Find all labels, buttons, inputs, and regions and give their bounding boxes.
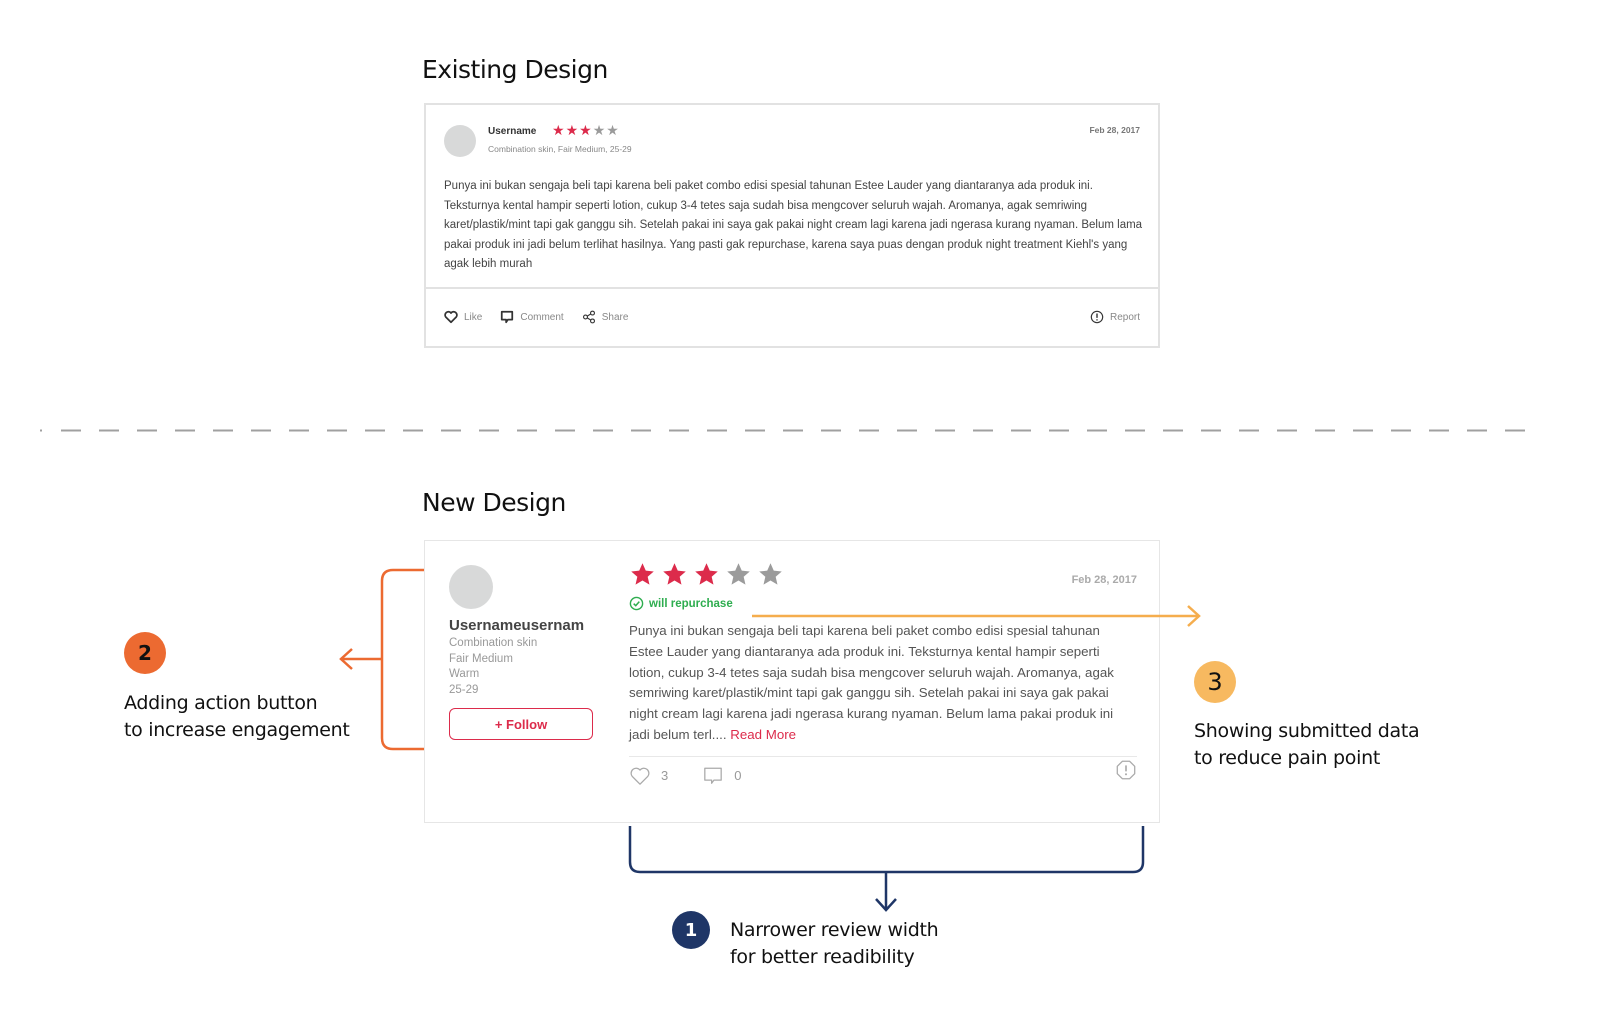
alert-icon [1090,310,1104,324]
review-text: Punya ini bukan sengaja beli tapi karena… [629,623,1114,742]
skin-type: Combination skin [449,637,538,649]
annotation-badge-2: 2 [124,632,166,674]
review-content: Feb 28, 2017 will repurchase Punya ini b… [629,561,1137,786]
age-range: 25-29 [449,683,479,696]
annotation-badge-1: 1 [672,911,710,949]
share-icon [582,310,595,324]
star-icon-empty [727,563,750,585]
review-date: Feb 28, 2017 [1071,574,1137,586]
review-actions: 3 0 [629,766,1137,786]
star-icon-filled [631,563,654,585]
annotation-3-line1: Showing submitted data [1194,720,1420,742]
username[interactable]: Usernameusernam [449,617,599,634]
comment-icon [501,310,514,324]
arrow-head-2 [339,648,353,670]
star-icon-empty: ★ [606,122,619,138]
new-design-heading: New Design [422,488,566,517]
arrow-head-3 [1187,605,1201,627]
follow-button[interactable]: + Follow [449,708,593,740]
report-button[interactable]: Report [1090,310,1140,324]
comment-label: Comment [520,311,564,323]
new-review-card: Usernameusernam Combination skin Fair Me… [424,540,1160,823]
like-label: Like [464,311,483,323]
report-label: Report [1109,311,1140,323]
comment-button[interactable]: 0 [702,766,741,786]
comment-button[interactable]: Comment [500,310,564,324]
bracket-2 [380,568,424,751]
share-button[interactable]: Share [582,310,629,324]
report-button[interactable] [1115,759,1137,786]
divider [426,287,1158,289]
review-body: Punya ini bukan sengaja beli tapi karena… [444,180,1143,270]
check-circle-icon [629,596,644,611]
repurchase-badge: will repurchase [629,596,1137,611]
heart-icon [630,767,650,785]
star-icon-filled: ★ [579,122,592,138]
star-icon-filled: ★ [552,122,565,138]
heart-icon [444,310,458,324]
username[interactable]: Username [488,126,536,137]
annotation-1-line2: for better readibility [730,946,915,968]
repurchase-label: will repurchase [649,597,733,610]
like-count: 3 [661,768,669,784]
star-icon-filled: ★ [565,122,579,138]
annotation-text-3: Showing submitted data to reduce pain po… [1194,718,1420,772]
user-meta: Combination skin, Fair Medium, 25-29 [488,144,632,154]
star-icon-filled [663,563,686,585]
dashed-separator [40,429,1540,432]
annotation-text-1: Narrower review width for better readibi… [730,917,939,971]
bracket-1 [628,826,1145,874]
annotation-text-2: Adding action button to increase engagem… [124,690,350,744]
annotation-2-line2: to increase engagement [124,719,350,741]
star-rating: ★ ★ ★ ★ ★ [552,122,619,138]
review-actions: Like Comment Share [444,310,628,324]
star-rating [629,561,1137,588]
existing-review-card: Username ★ ★ ★ ★ ★ Combination skin, Fai… [424,103,1160,348]
like-button[interactable]: 3 [629,766,668,786]
star-icon-empty: ★ [592,122,606,138]
arrow-head-1 [875,898,897,912]
annotation-2-line1: Adding action button [124,692,318,714]
annotation-3-line2: to reduce pain point [1194,747,1380,769]
undertone: Warm [449,668,480,680]
user-meta: Combination skin Fair Medium Warm 25-29 [449,636,599,698]
like-button[interactable]: Like [444,310,482,324]
star-icon-filled [695,563,718,585]
review-date: Feb 28, 2017 [1089,125,1140,135]
divider [629,755,1137,757]
comment-count: 0 [734,768,742,784]
review-body: Punya ini bukan sengaja beli tapi karena… [629,621,1137,746]
read-more-link[interactable]: Read More [727,727,796,742]
annotation-badge-3: 3 [1194,661,1236,703]
share-label: Share [601,311,629,323]
reviewer-profile: Usernameusernam Combination skin Fair Me… [449,565,599,740]
annotation-1-line1: Narrower review width [730,919,939,941]
avatar[interactable] [449,565,493,609]
comment-icon [704,767,723,784]
existing-design-heading: Existing Design [422,55,608,84]
star-icon-empty [759,563,782,585]
skin-tone: Fair Medium [449,652,513,665]
avatar [444,125,476,157]
alert-icon [1116,760,1136,780]
